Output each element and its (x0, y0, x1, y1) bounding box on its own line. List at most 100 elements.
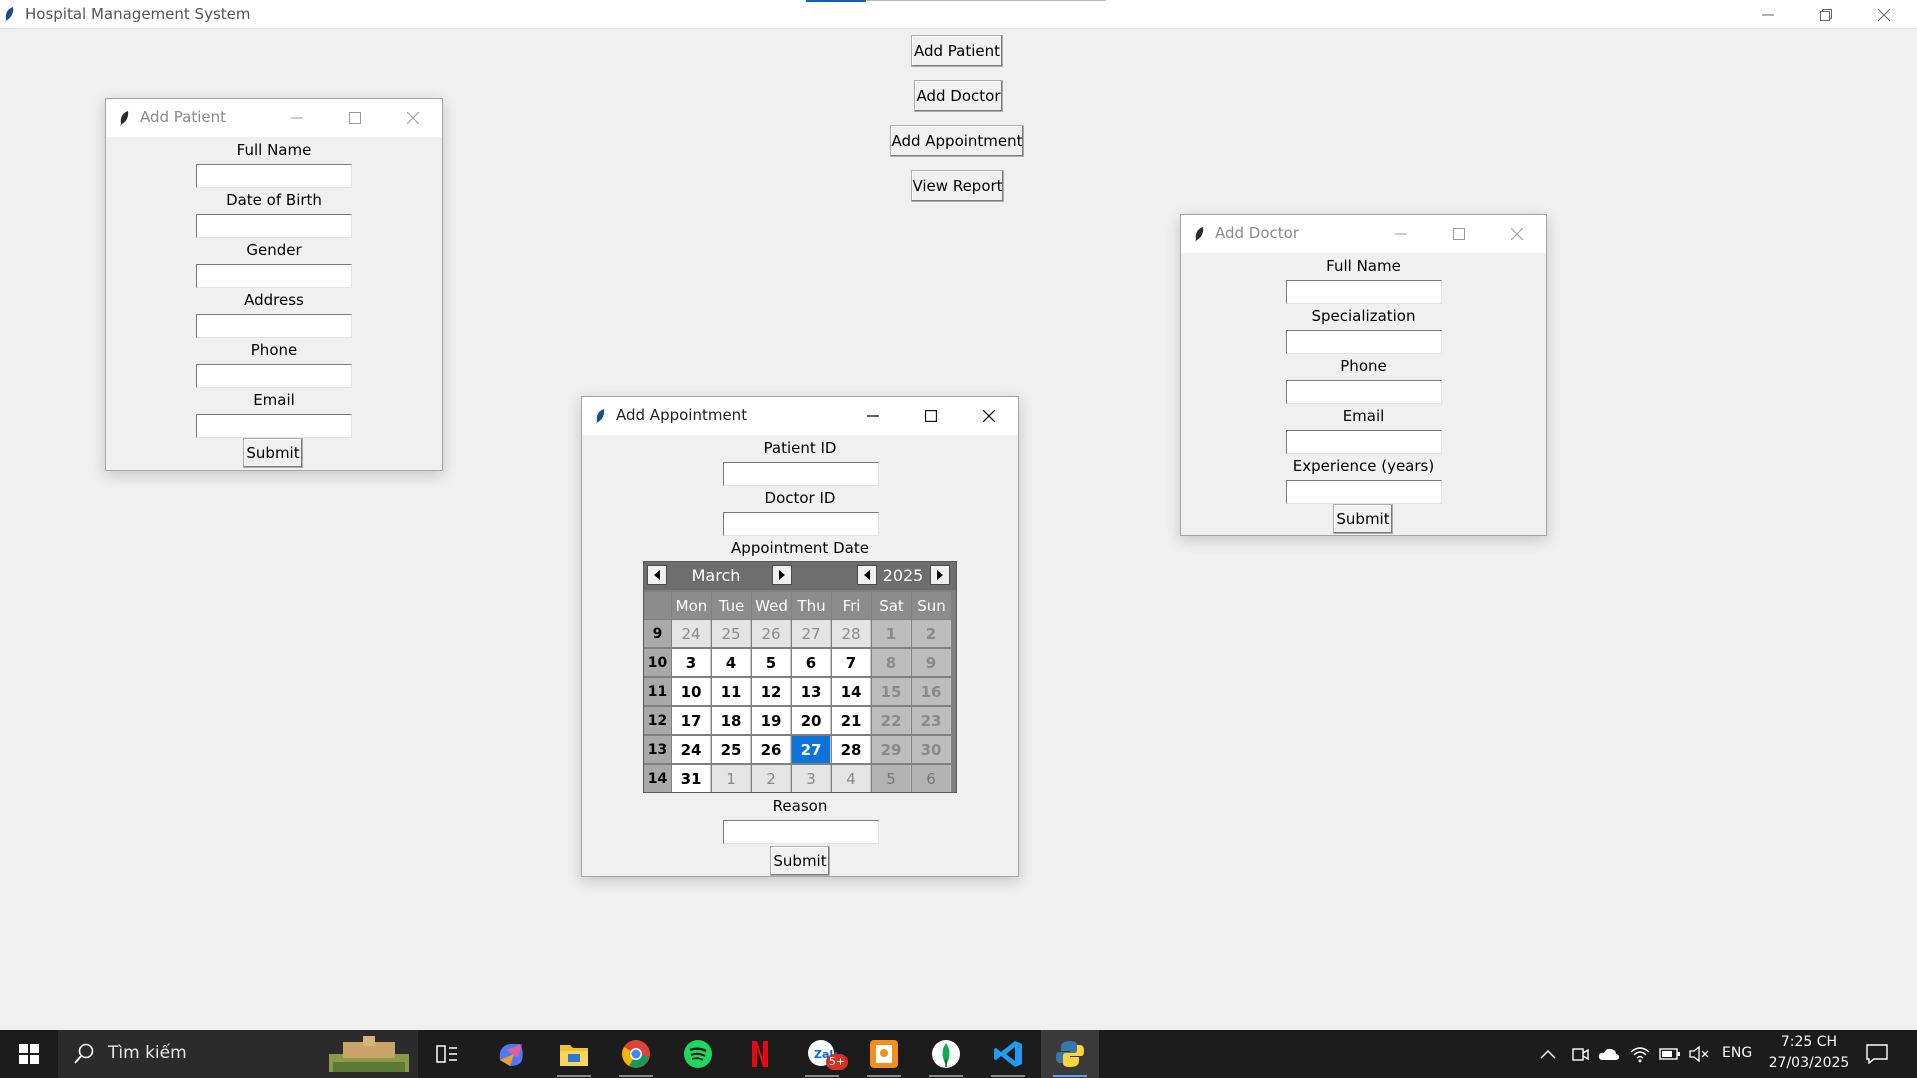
appointment-submit-button[interactable]: Submit (770, 846, 830, 876)
calendar-day[interactable]: 24 (672, 736, 711, 763)
clock-date[interactable]: 27/03/2025 (1766, 1055, 1852, 1071)
clock-time[interactable]: 7:25 CH (1779, 1034, 1839, 1050)
input-language-indicator[interactable]: ENG (1722, 1045, 1752, 1061)
wifi-icon[interactable] (1630, 1045, 1650, 1067)
email-input[interactable] (1286, 430, 1442, 454)
speaker-muted-icon[interactable] (1689, 1045, 1709, 1067)
calendar-day[interactable]: 28 (832, 620, 871, 647)
prev-month-button[interactable] (647, 565, 667, 585)
view-report-button[interactable]: View Report (911, 170, 1004, 202)
minimize-button[interactable] (844, 397, 902, 435)
taskbar-chrome[interactable] (607, 1030, 665, 1078)
calendar-day[interactable]: 12 (752, 678, 791, 705)
address-input[interactable] (196, 314, 352, 338)
calendar-day[interactable]: 15 (872, 678, 911, 705)
full-name-input[interactable] (196, 164, 352, 188)
close-button[interactable] (1855, 0, 1913, 29)
add-patient-titlebar[interactable]: Add Patient (106, 99, 442, 137)
calendar-day[interactable]: 28 (832, 736, 871, 763)
experience-input[interactable] (1286, 480, 1442, 504)
add-appointment-button[interactable]: Add Appointment (890, 125, 1024, 157)
next-month-button[interactable] (772, 565, 792, 585)
reason-input[interactable] (723, 820, 879, 844)
calendar-day[interactable]: 13 (792, 678, 831, 705)
calendar-day[interactable]: 2 (912, 620, 951, 647)
calendar-day[interactable]: 30 (912, 736, 951, 763)
calendar-day[interactable]: 26 (752, 736, 791, 763)
next-year-button[interactable] (930, 565, 950, 585)
minimize-button[interactable] (268, 99, 326, 137)
phone-input[interactable] (1286, 380, 1442, 404)
calendar-day[interactable]: 17 (672, 707, 711, 734)
calendar-day[interactable]: 25 (712, 620, 751, 647)
calendar-day[interactable]: 19 (752, 707, 791, 734)
taskbar-python[interactable] (1041, 1030, 1099, 1078)
start-button[interactable] (0, 1030, 58, 1078)
calendar-day[interactable]: 16 (912, 678, 951, 705)
show-hidden-icons-chevron-icon[interactable] (1540, 1046, 1556, 1064)
calendar-day[interactable]: 27 (792, 620, 831, 647)
add-doctor-titlebar[interactable]: Add Doctor (1181, 215, 1546, 253)
taskbar-copilot[interactable] (482, 1030, 540, 1078)
email-input[interactable] (196, 414, 352, 438)
calendar-day[interactable]: 1 (712, 765, 751, 792)
battery-icon[interactable] (1659, 1047, 1681, 1065)
date-of-birth-input[interactable] (196, 214, 352, 238)
minimize-button[interactable] (1739, 0, 1797, 29)
maximize-button[interactable] (902, 397, 960, 435)
calendar-day[interactable]: 29 (872, 736, 911, 763)
task-view-button[interactable] (418, 1030, 476, 1078)
calendar-day[interactable]: 7 (832, 649, 871, 676)
close-button[interactable] (960, 397, 1018, 435)
calendar-day[interactable]: 5 (752, 649, 791, 676)
calendar-day[interactable]: 3 (792, 765, 831, 792)
calendar-day[interactable]: 5 (872, 765, 911, 792)
taskbar-pdf-app[interactable] (855, 1030, 913, 1078)
close-button[interactable] (1488, 215, 1546, 253)
calendar-day[interactable]: 31 (672, 765, 711, 792)
add-patient-button[interactable]: Add Patient (911, 35, 1003, 67)
calendar-day[interactable]: 23 (912, 707, 951, 734)
meet-now-icon[interactable] (1571, 1045, 1589, 1067)
doctor-id-input[interactable] (723, 512, 879, 536)
calendar-day[interactable]: 18 (712, 707, 751, 734)
taskbar-mongodb-compass[interactable] (917, 1030, 975, 1078)
taskbar-spotify[interactable] (669, 1030, 727, 1078)
calendar-day[interactable]: 26 (752, 620, 791, 647)
maximize-button[interactable] (1430, 215, 1488, 253)
calendar-day[interactable]: 1 (872, 620, 911, 647)
calendar-day[interactable]: 3 (672, 649, 711, 676)
calendar-day[interactable]: 14 (832, 678, 871, 705)
onedrive-cloud-icon[interactable] (1598, 1047, 1620, 1065)
calendar-day[interactable]: 27 (792, 736, 831, 763)
calendar-day[interactable]: 22 (872, 707, 911, 734)
calendar-day[interactable]: 21 (832, 707, 871, 734)
prev-year-button[interactable] (857, 565, 877, 585)
restore-button[interactable] (1797, 0, 1855, 29)
calendar-day[interactable]: 11 (712, 678, 751, 705)
calendar-day[interactable]: 9 (912, 649, 951, 676)
taskbar-file-explorer[interactable] (545, 1030, 603, 1078)
gender-input[interactable] (196, 264, 352, 288)
calendar-day[interactable]: 6 (792, 649, 831, 676)
full-name-input[interactable] (1286, 280, 1442, 304)
taskbar-search-box[interactable]: Tìm kiếm (58, 1030, 418, 1078)
minimize-button[interactable] (1372, 215, 1430, 253)
add-appointment-titlebar[interactable]: Add Appointment (582, 397, 1018, 435)
patient-submit-button[interactable]: Submit (243, 438, 303, 468)
calendar-day[interactable]: 6 (912, 765, 951, 792)
calendar-day[interactable]: 2 (752, 765, 791, 792)
specialization-input[interactable] (1286, 330, 1442, 354)
calendar-day[interactable]: 10 (672, 678, 711, 705)
patient-id-input[interactable] (723, 462, 879, 486)
calendar-day[interactable]: 4 (712, 649, 751, 676)
add-doctor-button[interactable]: Add Doctor (914, 80, 1003, 112)
calendar-day[interactable]: 25 (712, 736, 751, 763)
taskbar-netflix[interactable] (731, 1030, 789, 1078)
phone-input[interactable] (196, 364, 352, 388)
calendar-day[interactable]: 4 (832, 765, 871, 792)
taskbar-vscode[interactable] (979, 1030, 1037, 1078)
calendar-day[interactable]: 8 (872, 649, 911, 676)
close-button[interactable] (384, 99, 442, 137)
taskbar-zalo[interactable]: Zalo 5+ (793, 1030, 851, 1078)
